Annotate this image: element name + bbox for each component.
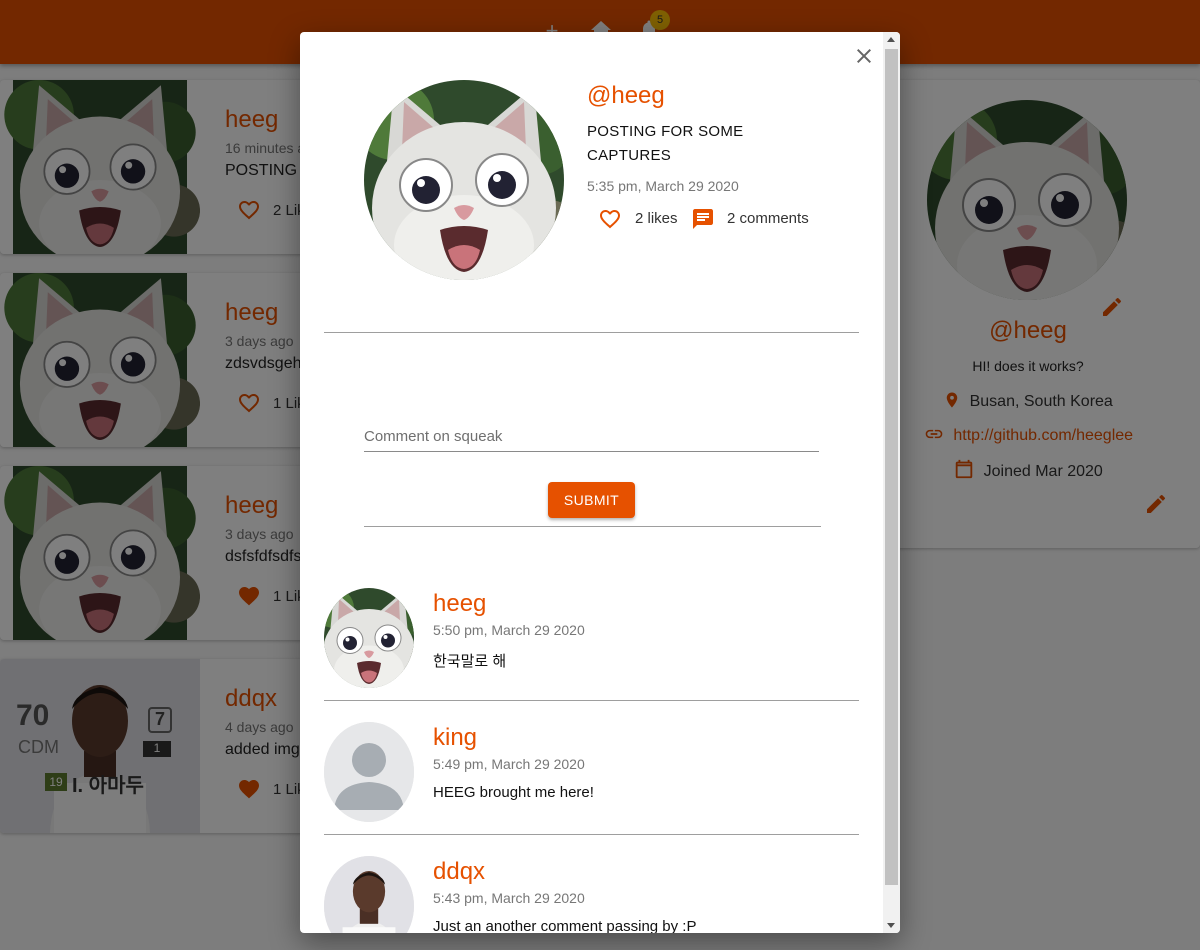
comment-text: Just an another comment passing by :P (433, 918, 697, 933)
comment-time: 5:49 pm, March 29 2020 (433, 756, 585, 772)
comment-item: ddqx 5:43 pm, March 29 2020 Just an anot… (324, 856, 864, 933)
comment-time: 5:50 pm, March 29 2020 (433, 622, 585, 638)
comment-avatar[interactable] (324, 722, 414, 822)
comment-handle[interactable]: king (433, 724, 477, 752)
comment-text: HEEG brought me here! (433, 784, 594, 801)
comment-handle[interactable]: ddqx (433, 858, 485, 886)
comment-input[interactable] (364, 422, 819, 450)
submit-button[interactable]: SUBMIT (548, 482, 635, 518)
comment-field (364, 422, 819, 452)
divider (324, 332, 859, 333)
comment-item: heeg 5:50 pm, March 29 2020 한국말로 해 (324, 588, 864, 722)
scroll-down-arrow-icon[interactable] (887, 923, 895, 928)
comment-avatar[interactable] (324, 588, 414, 688)
post-avatar[interactable] (364, 80, 564, 280)
post-dialog: @heeg POSTING FOR SOME CAPTURES 5:35 pm,… (300, 32, 900, 933)
scroll-up-arrow-icon[interactable] (887, 37, 895, 42)
post-time: 5:35 pm, March 29 2020 (587, 178, 739, 194)
divider (364, 526, 821, 527)
comment-item: king 5:49 pm, March 29 2020 HEEG brought… (324, 722, 864, 856)
like-count: 2 likes (635, 210, 678, 227)
comment-time: 5:43 pm, March 29 2020 (433, 890, 585, 906)
close-icon[interactable] (852, 44, 876, 68)
post-body: POSTING FOR SOME CAPTURES (587, 123, 744, 164)
scroll-thumb[interactable] (885, 49, 898, 885)
comment-avatar[interactable] (324, 856, 414, 933)
divider (324, 700, 859, 701)
heart-outline-icon[interactable] (598, 207, 622, 231)
comment-icon[interactable] (691, 207, 715, 231)
comment-count: 2 comments (727, 210, 809, 227)
dialog-scrollbar[interactable] (883, 32, 900, 933)
divider (324, 834, 859, 835)
comment-handle[interactable]: heeg (433, 590, 486, 618)
post-handle[interactable]: @heeg (587, 82, 665, 110)
comment-text: 한국말로 해 (433, 653, 507, 670)
